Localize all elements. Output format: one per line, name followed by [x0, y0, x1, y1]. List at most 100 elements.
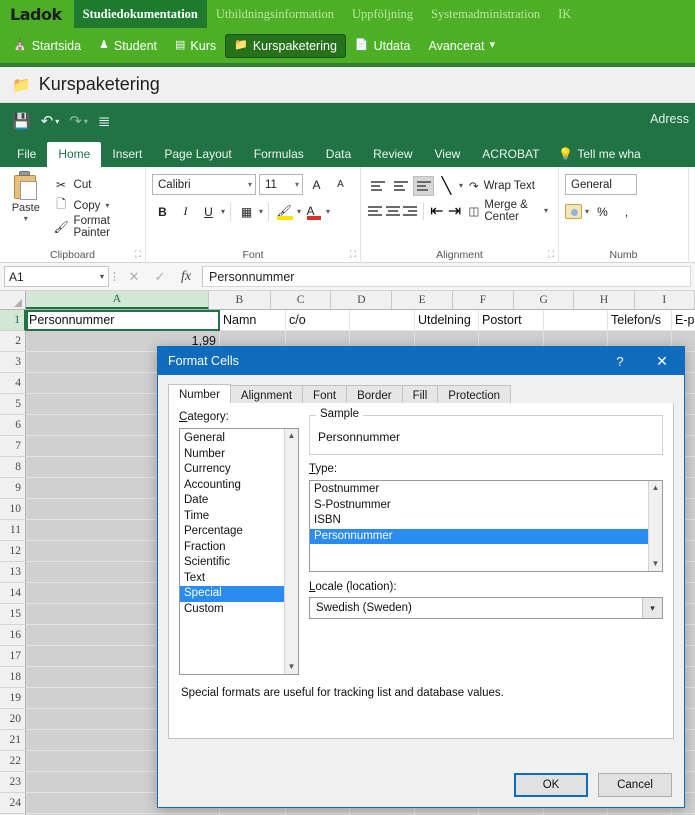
number-format-combo[interactable]: General	[565, 174, 637, 195]
chevron-down-icon[interactable]: ▾	[459, 181, 463, 190]
close-icon[interactable]: ✕	[640, 353, 684, 370]
row-header[interactable]: 4	[0, 373, 26, 394]
category-item[interactable]: General	[180, 431, 284, 447]
row-header[interactable]: 24	[0, 793, 26, 814]
align-bottom-button[interactable]	[413, 175, 434, 196]
tab-review[interactable]: Review	[362, 142, 423, 167]
underline-button[interactable]: U	[198, 201, 219, 222]
top-nav-item-studiedokumentation[interactable]: Studiedokumentation	[73, 0, 207, 28]
grid-cell[interactable]: Personnummer	[26, 310, 220, 330]
row-header[interactable]: 16	[0, 625, 26, 646]
column-header-h[interactable]: H	[574, 291, 635, 309]
chevron-down-icon[interactable]: ▾	[259, 207, 263, 216]
row-header[interactable]: 12	[0, 541, 26, 562]
tab-home[interactable]: Home	[47, 142, 102, 167]
sub-nav-item-kurs[interactable]: ▤ Kurs	[166, 34, 225, 58]
row-header[interactable]: 22	[0, 751, 26, 772]
row-header[interactable]: 15	[0, 604, 26, 625]
sub-nav-item-kurspaketering[interactable]: 📁 Kurspaketering	[225, 33, 346, 58]
row-header[interactable]: 5	[0, 394, 26, 415]
row-header[interactable]: 1	[0, 310, 26, 331]
select-all-button[interactable]	[0, 291, 26, 309]
fill-color-button[interactable]: 🖌	[274, 201, 295, 222]
sub-nav-item-avancerat[interactable]: Avancerat ▾	[419, 34, 504, 58]
tab-insert[interactable]: Insert	[101, 142, 153, 167]
font-size-combo[interactable]: 11 ▾	[259, 174, 303, 195]
row-header[interactable]: 21	[0, 730, 26, 751]
confirm-icon[interactable]: ✓	[147, 266, 173, 288]
cancel-icon[interactable]: ✕	[121, 266, 147, 288]
grid-cell[interactable]: E-post	[672, 310, 695, 330]
top-nav-item-systemadministration[interactable]: Systemadministration	[422, 0, 549, 28]
row-header[interactable]: 14	[0, 583, 26, 604]
formula-input[interactable]: Personnummer	[202, 266, 691, 287]
chevron-down-icon[interactable]: ▾	[221, 207, 225, 216]
tab-formulas[interactable]: Formulas	[243, 142, 315, 167]
row-header[interactable]: 7	[0, 436, 26, 457]
grid-cell[interactable]	[350, 310, 415, 330]
tab-acrobat[interactable]: ACROBAT	[471, 142, 550, 167]
category-item[interactable]: Time	[180, 509, 284, 525]
category-item[interactable]: Text	[180, 571, 284, 587]
decrease-indent-button[interactable]: ⇤	[429, 201, 445, 221]
chevron-down-icon[interactable]: ▾	[326, 207, 330, 216]
grid-cell[interactable]: c/o	[286, 310, 350, 330]
column-header-c[interactable]: C	[270, 291, 332, 309]
row-header[interactable]: 23	[0, 772, 26, 793]
paste-button[interactable]: Paste ▾	[6, 171, 46, 237]
merge-center-button[interactable]: ◫ Merge & Center ▾	[465, 199, 553, 223]
save-icon[interactable]: 💾	[12, 112, 31, 130]
cancel-button[interactable]: Cancel	[598, 773, 672, 797]
row-header[interactable]: 17	[0, 646, 26, 667]
bold-button[interactable]: B	[152, 201, 173, 222]
dialog-title-bar[interactable]: Format Cells ? ✕	[158, 347, 684, 375]
row-header[interactable]: 9	[0, 478, 26, 499]
orientation-button[interactable]: ╲	[436, 176, 457, 196]
italic-button[interactable]: I	[175, 201, 196, 222]
copy-button[interactable]: 🗋 Copy ▾	[50, 195, 139, 216]
sub-nav-item-student[interactable]: ♟ Student	[90, 34, 166, 58]
grid-cell[interactable]: Namn	[220, 310, 286, 330]
font-name-combo[interactable]: Calibri ▾	[152, 174, 256, 195]
insert-function-icon[interactable]: fx	[173, 266, 199, 288]
top-nav-item-utbildningsinformation[interactable]: Utbildningsinformation	[207, 0, 343, 28]
grid-cell[interactable]: Utdelning	[415, 310, 479, 330]
formula-bar-grip[interactable]: ⋮	[109, 270, 121, 283]
row-header[interactable]: 18	[0, 667, 26, 688]
category-scrollbar[interactable]: ▲ ▼	[284, 429, 298, 674]
category-item[interactable]: Special	[180, 586, 284, 602]
sub-nav-item-startsida[interactable]: ⛪ Startsida	[4, 34, 90, 58]
row-header[interactable]: 6	[0, 415, 26, 436]
category-listbox[interactable]: General Number Currency Accounting Date Time P…	[179, 428, 299, 675]
chevron-up-icon[interactable]: ▲	[649, 481, 662, 495]
column-header-b[interactable]: B	[208, 291, 271, 309]
column-header-g[interactable]: G	[514, 291, 575, 309]
column-header-a[interactable]: A	[26, 291, 209, 309]
borders-button[interactable]: ▦	[236, 201, 257, 222]
font-dialog-launcher-icon[interactable]: ⛶	[350, 249, 356, 260]
chevron-down-icon[interactable]: ▾	[297, 207, 301, 216]
category-item[interactable]: Fraction	[180, 540, 284, 556]
increase-font-size-button[interactable]: A	[306, 174, 327, 195]
undo-icon[interactable]: ↶ ▾	[41, 112, 60, 130]
cut-button[interactable]: ✂ Cut	[50, 174, 139, 195]
row-header[interactable]: 19	[0, 688, 26, 709]
row-header[interactable]: 10	[0, 499, 26, 520]
row-header[interactable]: 3	[0, 352, 26, 373]
tab-view[interactable]: View	[424, 142, 472, 167]
type-item[interactable]: ISBN	[310, 513, 648, 529]
tell-me-box[interactable]: 💡 Tell me wha	[550, 142, 646, 167]
top-nav-item-uppfoljning[interactable]: Uppföljning	[343, 0, 422, 28]
tab-data[interactable]: Data	[315, 142, 362, 167]
category-item[interactable]: Accounting	[180, 478, 284, 494]
percent-style-button[interactable]: %	[592, 201, 613, 222]
top-nav-item-ik[interactable]: IK	[549, 0, 580, 28]
column-header-e[interactable]: E	[392, 291, 453, 309]
customize-toolbar-icon[interactable]: ≣	[98, 112, 111, 130]
align-middle-button[interactable]	[390, 176, 411, 196]
category-item[interactable]: Percentage	[180, 524, 284, 540]
type-listbox[interactable]: Postnummer S-Postnummer ISBN Personnummer ▲…	[309, 480, 663, 572]
table-row[interactable]: Personnummer Namn c/o Utdelning Postort Telef…	[26, 310, 695, 331]
type-item[interactable]: Postnummer	[310, 482, 648, 498]
row-header[interactable]: 8	[0, 457, 26, 478]
